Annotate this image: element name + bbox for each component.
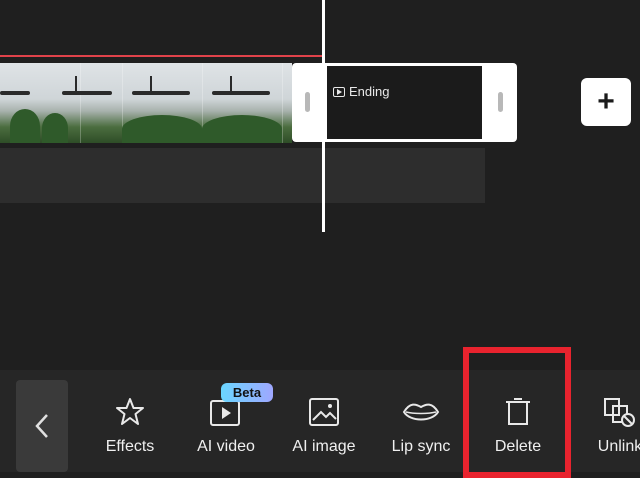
effects-star-icon xyxy=(116,398,144,425)
ai-video-label: AI video xyxy=(197,438,255,455)
lips-icon xyxy=(402,403,440,421)
effects-button[interactable]: Effects xyxy=(82,370,178,472)
back-button[interactable] xyxy=(16,380,68,472)
ending-clip-body: Ending xyxy=(327,66,482,139)
unlink-button[interactable]: Unlink xyxy=(572,370,640,472)
ai-image-button[interactable]: AI image xyxy=(276,370,372,472)
ending-clip-label: Ending xyxy=(333,84,389,99)
clip-frame xyxy=(202,63,283,143)
play-icon xyxy=(333,86,345,97)
plus-icon: + xyxy=(597,85,615,118)
lip-sync-label: Lip sync xyxy=(391,438,451,455)
highlight-box xyxy=(463,347,571,478)
clip-frame xyxy=(122,63,203,143)
clip-left-handle[interactable] xyxy=(305,92,310,112)
video-clip[interactable] xyxy=(0,63,292,143)
clip-right-handle[interactable] xyxy=(498,92,503,112)
ending-label-text: Ending xyxy=(349,84,390,99)
beta-badge: Beta xyxy=(221,383,273,402)
ending-clip[interactable]: Ending xyxy=(292,63,517,142)
audio-track[interactable] xyxy=(0,148,485,203)
lip-sync-button[interactable]: Lip sync xyxy=(373,370,469,472)
unlink-label: Unlink xyxy=(597,438,640,455)
effects-label: Effects xyxy=(105,438,155,455)
chevron-left-icon xyxy=(35,414,48,438)
add-clip-button[interactable]: + xyxy=(581,78,631,126)
ai-image-icon xyxy=(309,398,339,426)
clip-frame xyxy=(42,63,123,143)
unlink-icon xyxy=(604,398,635,427)
timeline-red-marker xyxy=(0,55,322,57)
playhead[interactable] xyxy=(322,0,325,232)
ai-image-label: AI image xyxy=(292,438,356,455)
